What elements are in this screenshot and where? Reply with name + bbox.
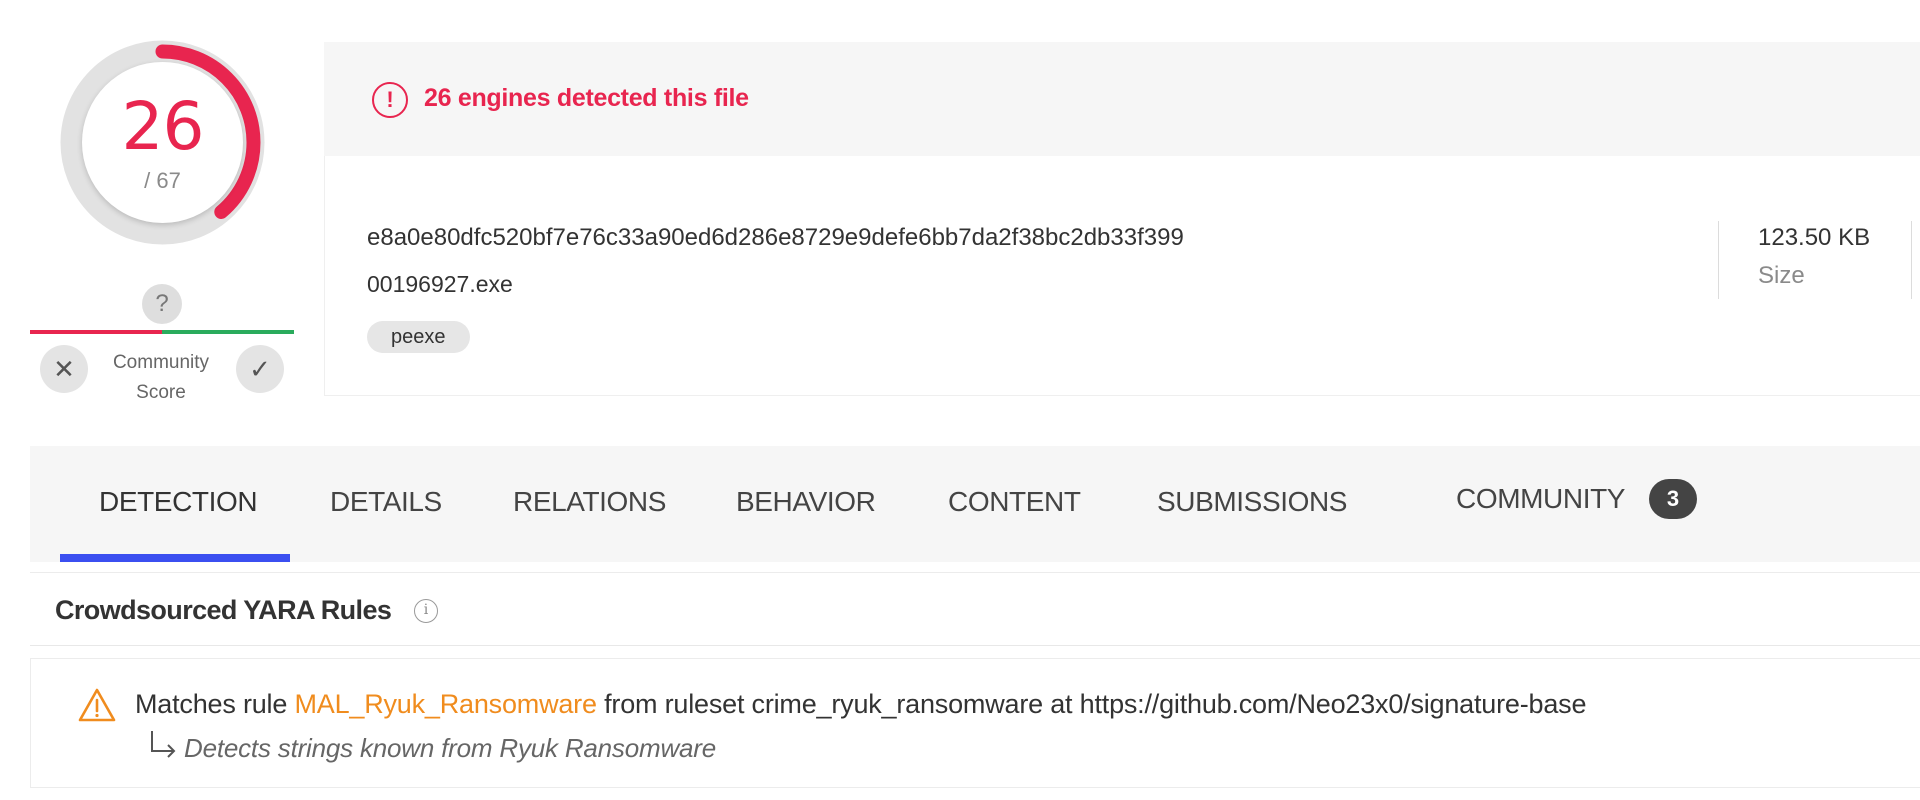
warning-icon bbox=[78, 688, 116, 722]
yara-section-header: Crowdsourced YARA Rules i bbox=[30, 573, 1920, 646]
engines-total: / 67 bbox=[144, 168, 181, 193]
yara-rule-item: Matches rule MAL_Ryuk_Ransomware from ru… bbox=[30, 658, 1920, 788]
rule-source: from ruleset crime_ryuk_ransomware at ht… bbox=[596, 689, 1587, 719]
detection-message: 26 engines detected this file bbox=[424, 84, 749, 112]
downvote-button[interactable]: ✕ bbox=[40, 345, 88, 393]
tab-community[interactable]: COMMUNITY bbox=[1456, 483, 1625, 515]
subdirectory-arrow-icon bbox=[151, 731, 176, 758]
info-icon[interactable]: i bbox=[414, 599, 438, 623]
section-title: Crowdsourced YARA Rules bbox=[55, 595, 392, 625]
file-size-label: Size bbox=[1758, 262, 1805, 289]
divider bbox=[1718, 221, 1719, 299]
community-score-marker: ? bbox=[142, 284, 182, 324]
close-icon: ✕ bbox=[53, 354, 75, 384]
community-score-bar bbox=[30, 330, 294, 334]
rule-description: Detects strings known from Ryuk Ransomwa… bbox=[184, 733, 717, 763]
community-score-label: Community Score bbox=[95, 348, 227, 408]
file-hash[interactable]: e8a0e80dfc520bf7e76c33a90ed6d286e8729e9d… bbox=[367, 224, 1184, 252]
file-name: 00196927.exe bbox=[367, 271, 513, 297]
yara-rule-text: Matches rule MAL_Ryuk_Ransomware from ru… bbox=[135, 689, 1586, 720]
active-tab-indicator bbox=[60, 554, 290, 562]
community-score-bar-negative bbox=[30, 330, 162, 334]
tab-relations[interactable]: RELATIONS bbox=[513, 486, 666, 518]
community-score-bar-positive bbox=[162, 330, 294, 334]
community-score-label-line1: Community bbox=[112, 352, 210, 373]
check-icon: ✓ bbox=[249, 354, 271, 384]
divider bbox=[1911, 221, 1912, 299]
detection-banner: ! 26 engines detected this file bbox=[324, 42, 1920, 156]
alert-circle-icon: ! bbox=[372, 82, 408, 118]
tab-content[interactable]: CONTENT bbox=[948, 486, 1081, 518]
community-score-label-line2: Score bbox=[136, 382, 186, 403]
tab-behavior[interactable]: BEHAVIOR bbox=[736, 486, 876, 518]
rule-prefix: Matches rule bbox=[135, 689, 295, 719]
rule-name-link[interactable]: MAL_Ryuk_Ransomware bbox=[294, 689, 597, 719]
file-size-value: 123.50 KB bbox=[1758, 224, 1871, 251]
tab-submissions[interactable]: SUBMISSIONS bbox=[1157, 486, 1347, 518]
tab-detection[interactable]: DETECTION bbox=[99, 486, 258, 518]
tab-details[interactable]: DETAILS bbox=[330, 486, 442, 518]
file-info-panel: e8a0e80dfc520bf7e76c33a90ed6d286e8729e9d… bbox=[324, 156, 1920, 396]
community-count-badge: 3 bbox=[1649, 479, 1697, 519]
tab-bar: DETECTION DETAILS RELATIONS BEHAVIOR CON… bbox=[30, 446, 1920, 562]
detection-score-gauge: 26 / 67 bbox=[60, 40, 265, 245]
upvote-button[interactable]: ✓ bbox=[236, 345, 284, 393]
detections-count: 26 bbox=[121, 88, 205, 165]
file-tag[interactable]: peexe bbox=[367, 321, 470, 353]
